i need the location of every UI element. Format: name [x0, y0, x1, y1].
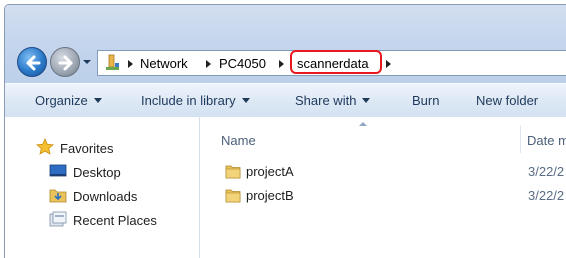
- navigation-pane: Favorites Desktop Downloads Recent Place…: [5, 117, 200, 258]
- back-button[interactable]: [17, 47, 47, 77]
- table-row[interactable]: projectB 3/22/2: [200, 184, 566, 206]
- forward-button[interactable]: [50, 47, 80, 77]
- explorer-window: Network PC4050 scannerdata Organize Incl…: [4, 4, 566, 258]
- include-in-library-button[interactable]: Include in library: [141, 93, 250, 108]
- file-name: projectA: [246, 164, 294, 179]
- file-date: 3/22/2: [528, 188, 565, 203]
- network-icon: [104, 54, 122, 75]
- chevron-down-icon: [362, 98, 371, 103]
- column-header-date[interactable]: Date m: [527, 133, 566, 148]
- sidebar-item-favorites[interactable]: Favorites: [5, 137, 195, 159]
- column-divider[interactable]: [520, 125, 521, 153]
- file-name: projectB: [246, 188, 294, 203]
- sidebar-item-label: Recent Places: [73, 213, 157, 228]
- recent-pages-button[interactable]: [82, 54, 92, 70]
- chevron-down-icon: [241, 98, 250, 103]
- folder-icon: [225, 187, 241, 206]
- breadcrumb-pc4050[interactable]: PC4050: [219, 56, 266, 71]
- desktop-icon: [49, 163, 67, 182]
- title-bar: Network PC4050 scannerdata: [5, 5, 566, 83]
- breadcrumb-separator[interactable]: [386, 60, 391, 68]
- breadcrumb-separator[interactable]: [206, 60, 211, 68]
- file-list: Name Date m projectA 3/22/2 projectB 3/2…: [200, 117, 566, 258]
- sort-ascending-icon: [359, 122, 367, 126]
- back-arrow-icon: [26, 55, 41, 71]
- table-row[interactable]: projectA 3/22/2: [200, 160, 566, 182]
- breadcrumb-network[interactable]: Network: [140, 56, 188, 71]
- address-bar[interactable]: Network PC4050 scannerdata: [97, 50, 566, 76]
- burn-button[interactable]: Burn: [412, 93, 439, 108]
- sidebar-item-label: Desktop: [73, 165, 121, 180]
- sidebar-item-downloads[interactable]: Downloads: [5, 186, 195, 206]
- forward-arrow-icon: [58, 55, 73, 71]
- breadcrumb-separator[interactable]: [128, 60, 133, 68]
- chevron-down-icon: [93, 98, 102, 103]
- column-header-name[interactable]: Name: [221, 133, 256, 148]
- breadcrumb-separator[interactable]: [279, 60, 284, 68]
- sidebar-item-desktop[interactable]: Desktop: [5, 162, 195, 182]
- sidebar-item-recent-places[interactable]: Recent Places: [5, 210, 195, 230]
- star-icon: [36, 137, 54, 159]
- sidebar-item-label: Downloads: [73, 189, 138, 204]
- folder-icon: [225, 163, 241, 182]
- share-with-label: Share with: [295, 93, 357, 108]
- chevron-down-icon: [83, 60, 91, 64]
- sidebar-item-label: Favorites: [60, 141, 114, 156]
- share-with-button[interactable]: Share with: [295, 93, 371, 108]
- include-in-library-label: Include in library: [141, 93, 236, 108]
- organize-label: Organize: [35, 93, 88, 108]
- recent-places-icon: [49, 211, 67, 230]
- command-bar: Organize Include in library Share with B…: [5, 83, 566, 118]
- new-folder-button[interactable]: New folder: [476, 93, 538, 108]
- organize-button[interactable]: Organize: [35, 93, 102, 108]
- folder-download-icon: [49, 187, 67, 206]
- highlight-box: [290, 50, 382, 74]
- file-date: 3/22/2: [528, 164, 565, 179]
